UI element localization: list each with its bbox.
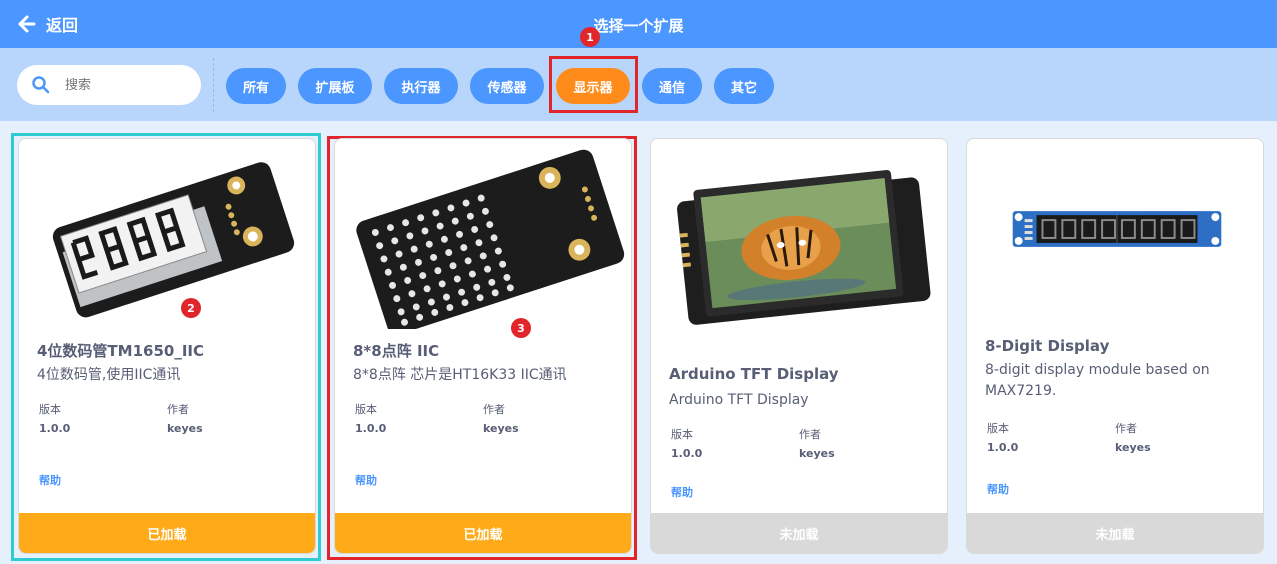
- filter-divider: [213, 58, 214, 112]
- author-value: keyes: [167, 422, 203, 435]
- tag-other[interactable]: 其它: [714, 68, 774, 104]
- tm1650-module-image: [52, 162, 295, 318]
- step-badge-2: 2: [181, 298, 201, 318]
- card-title: 4位数码管TM1650_IIC: [37, 342, 205, 360]
- step-badge-1: 1: [580, 27, 600, 47]
- card-description: Arduino TFT Display: [669, 392, 809, 408]
- version-label: 版本: [671, 428, 693, 441]
- card-description: 8*8点阵 芯片是HT16K33 IIC通讯: [353, 367, 567, 383]
- 8-digit-display-image: [1012, 211, 1222, 247]
- status-unloaded-button[interactable]: 未加载: [651, 513, 947, 553]
- status-loaded-button[interactable]: 已加载: [335, 513, 631, 553]
- help-link[interactable]: 帮助: [671, 484, 693, 500]
- card-title: 8-Digit Display: [985, 337, 1110, 355]
- step-badge-3: 3: [511, 318, 531, 338]
- author-label: 作者: [483, 403, 505, 416]
- status-unloaded-button[interactable]: 未加载: [967, 513, 1263, 553]
- page-title: 选择一个扩展: [593, 17, 684, 35]
- extension-card-tm1650[interactable]: 4位数码管TM1650_IIC 4位数码管,使用IIC通讯 版本 作者 1.0.…: [18, 138, 316, 554]
- extension-card-arduino-tft[interactable]: Arduino TFT Display Arduino TFT Display …: [650, 138, 948, 554]
- tft-display-image: [677, 169, 931, 325]
- extension-card-8x8-matrix[interactable]: 8*8点阵 IIC 8*8点阵 芯片是HT16K33 IIC通讯 版本 作者 1…: [334, 138, 632, 554]
- status-loaded-button[interactable]: 已加载: [19, 513, 315, 553]
- version-label: 版本: [987, 422, 1009, 435]
- author-value: keyes: [483, 422, 519, 435]
- tag-expansion-board[interactable]: 扩展板: [298, 68, 372, 104]
- card-title: Arduino TFT Display: [669, 365, 839, 383]
- help-link[interactable]: 帮助: [39, 472, 61, 488]
- highlight-box-display-tag: [549, 56, 638, 113]
- version-value: 1.0.0: [355, 422, 387, 435]
- version-label: 版本: [39, 403, 61, 416]
- author-label: 作者: [1115, 422, 1137, 435]
- version-value: 1.0.0: [39, 422, 71, 435]
- search-icon: [32, 76, 50, 94]
- author-value: keyes: [1115, 441, 1151, 454]
- tag-sensor[interactable]: 传感器: [470, 68, 544, 104]
- header: 返回 选择一个扩展: [0, 0, 1277, 48]
- author-value: keyes: [799, 447, 835, 460]
- extension-card-8-digit-display[interactable]: 8-Digit Display 8-digit display module b…: [966, 138, 1264, 554]
- card-description: 8-digit display module based on MAX7219.: [985, 362, 1210, 399]
- tag-actuator[interactable]: 执行器: [384, 68, 458, 104]
- help-link[interactable]: 帮助: [987, 481, 1009, 497]
- search-box[interactable]: [17, 65, 201, 105]
- search-input[interactable]: [65, 77, 185, 93]
- help-link[interactable]: 帮助: [355, 472, 377, 488]
- card-description: 4位数码管,使用IIC通讯: [37, 367, 181, 383]
- version-value: 1.0.0: [671, 447, 703, 460]
- card-title: 8*8点阵 IIC: [353, 342, 440, 360]
- version-value: 1.0.0: [987, 441, 1019, 454]
- author-label: 作者: [799, 428, 821, 441]
- filter-bar: 所有 扩展板 执行器 传感器 显示器 通信 其它: [0, 48, 1277, 121]
- tag-all[interactable]: 所有: [226, 68, 286, 104]
- tag-communication[interactable]: 通信: [642, 68, 702, 104]
- author-label: 作者: [167, 403, 189, 416]
- version-label: 版本: [355, 403, 377, 416]
- dot-matrix-module-image: [356, 149, 625, 329]
